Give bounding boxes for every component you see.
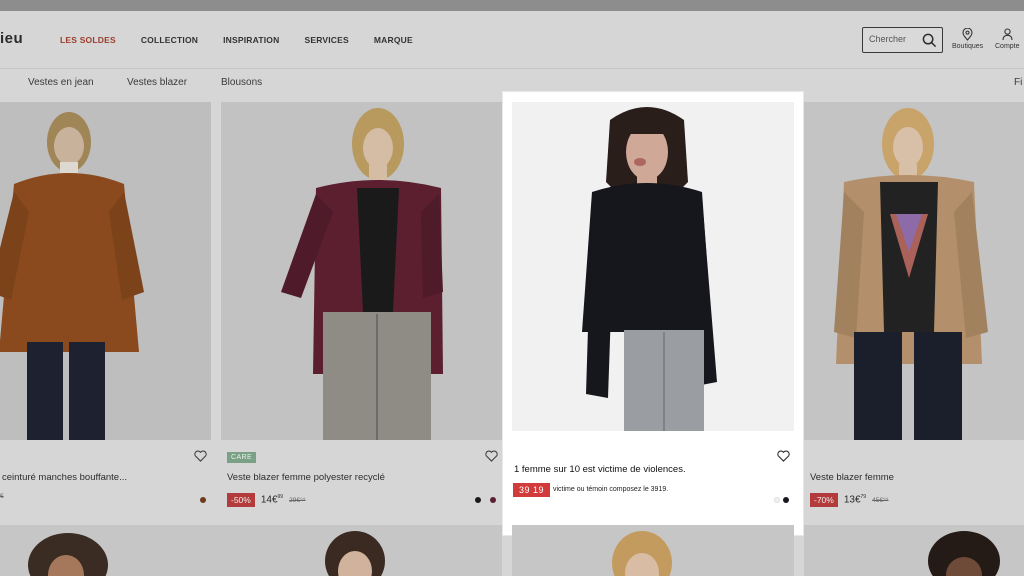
location-pin-icon bbox=[962, 28, 973, 41]
discount-badge: -50% bbox=[227, 493, 255, 507]
filter-button[interactable]: Fi bbox=[1014, 77, 1022, 88]
model-illustration bbox=[928, 531, 1000, 576]
product-image[interactable] bbox=[0, 102, 211, 440]
old-price: 29€⁹⁹ bbox=[289, 496, 306, 504]
product-title[interactable]: Veste blazer femme bbox=[810, 472, 894, 483]
price-row: -50% 14€99 29€⁹⁹ bbox=[227, 493, 306, 507]
search-input[interactable] bbox=[869, 34, 919, 44]
product-card-next-row[interactable] bbox=[804, 525, 1024, 576]
color-swatch[interactable] bbox=[490, 497, 496, 503]
heart-icon[interactable] bbox=[777, 450, 790, 462]
product-image[interactable] bbox=[221, 102, 513, 440]
subnav-item-blazers[interactable]: Vestes blazer bbox=[127, 77, 187, 88]
account-link[interactable]: Compte bbox=[995, 28, 1020, 50]
site-header: ieu LES SOLDES COLLECTION INSPIRATION SE… bbox=[0, 11, 1024, 69]
browser-top-strip bbox=[0, 0, 1024, 11]
old-price: ̈€ bbox=[0, 493, 4, 500]
color-swatch[interactable] bbox=[200, 497, 206, 503]
price-value: 14€ bbox=[260, 494, 278, 506]
heart-icon[interactable] bbox=[485, 450, 498, 462]
product-title[interactable]: ceinturé manches bouffante... bbox=[2, 472, 127, 483]
product-card[interactable]: ceinturé manches bouffante... ̈€ bbox=[0, 102, 211, 532]
main-nav: LES SOLDES COLLECTION INSPIRATION SERVIC… bbox=[60, 35, 438, 45]
page: ieu LES SOLDES COLLECTION INSPIRATION SE… bbox=[0, 11, 1024, 576]
model-illustration bbox=[325, 531, 385, 576]
product-image[interactable] bbox=[804, 102, 1024, 440]
helpline-number-badge[interactable]: 39 19 bbox=[513, 483, 551, 497]
subnav-item-denim-jackets[interactable]: Vestes en jean bbox=[28, 77, 94, 88]
price-row: ̈€ bbox=[0, 493, 4, 500]
subnav-item-blousons[interactable]: Blousons bbox=[221, 77, 262, 88]
product-card-next-row[interactable] bbox=[221, 525, 502, 576]
nav-item-brand[interactable]: MARQUE bbox=[374, 35, 413, 45]
stores-label: Boutiques bbox=[952, 43, 984, 50]
model-illustration bbox=[0, 102, 211, 440]
discount-badge: -70% bbox=[810, 493, 838, 507]
current-price: 14€99 bbox=[261, 494, 283, 505]
search-box[interactable] bbox=[862, 27, 943, 53]
color-swatch[interactable] bbox=[783, 497, 789, 503]
user-icon bbox=[1002, 28, 1013, 41]
model-illustration bbox=[612, 531, 672, 576]
stores-link[interactable]: Boutiques bbox=[952, 28, 983, 50]
product-card[interactable]: Veste blazer femme -70% 13€79 45€⁹⁹ bbox=[804, 102, 1024, 532]
price-cents: 99 bbox=[277, 494, 284, 501]
model-illustration bbox=[512, 102, 794, 431]
model-illustration bbox=[221, 102, 513, 440]
search-icon[interactable] bbox=[922, 33, 937, 48]
price-row: -70% 13€79 45€⁹⁹ bbox=[810, 493, 889, 507]
nav-item-services[interactable]: SERVICES bbox=[304, 35, 348, 45]
product-card-next-row[interactable] bbox=[512, 525, 794, 576]
price-value: 13€ bbox=[843, 494, 861, 506]
nav-item-collection[interactable]: COLLECTION bbox=[141, 35, 198, 45]
ad-subtext: victime ou témoin composez le 3919. bbox=[553, 486, 669, 493]
color-swatch[interactable] bbox=[774, 497, 780, 503]
product-title[interactable]: Veste blazer femme polyester recyclé bbox=[227, 472, 385, 483]
price-cents: 79 bbox=[860, 494, 867, 501]
old-price: 45€⁹⁹ bbox=[872, 496, 889, 504]
brand-logo[interactable]: ieu bbox=[0, 30, 23, 47]
care-badge: CARE bbox=[227, 452, 257, 463]
color-swatch[interactable] bbox=[475, 497, 481, 503]
model-illustration bbox=[804, 102, 1024, 440]
ad-image[interactable] bbox=[512, 102, 794, 431]
heart-icon[interactable] bbox=[194, 450, 207, 462]
ad-headline: 1 femme sur 10 est victime de violences. bbox=[514, 464, 686, 475]
account-label: Compte bbox=[995, 43, 1020, 50]
current-price: 13€79 bbox=[844, 494, 866, 505]
product-card[interactable]: CARE Veste blazer femme polyester recycl… bbox=[221, 102, 513, 532]
nav-item-inspiration[interactable]: INSPIRATION bbox=[223, 35, 279, 45]
awareness-ad-card[interactable]: 1 femme sur 10 est victime de violences.… bbox=[503, 92, 803, 535]
nav-item-sales[interactable]: LES SOLDES bbox=[60, 35, 116, 45]
